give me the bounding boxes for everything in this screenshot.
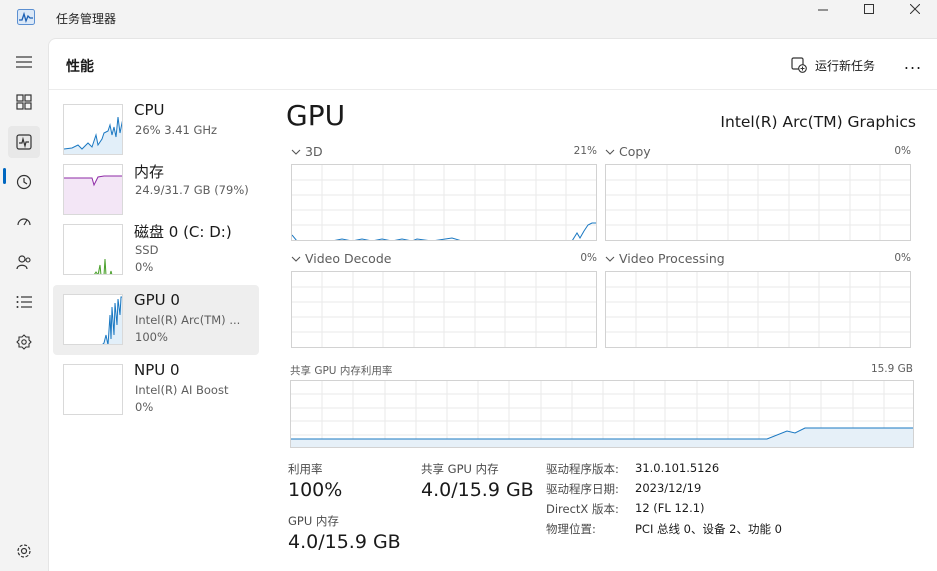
shared-gpu-memory-label: 共享 GPU 内存: [421, 462, 499, 476]
maximize-icon[interactable]: [846, 0, 892, 18]
graph-video-processing-label: Video Processing: [619, 251, 725, 266]
graph-3d: 3D 21%: [291, 144, 597, 242]
settings-icon[interactable]: [8, 535, 40, 567]
window-title: 任务管理器: [56, 12, 117, 26]
driver-version-label: 驱动程序版本:: [546, 462, 619, 476]
device-gpu-usage: 100%: [135, 330, 168, 344]
title-bar: 任务管理器: [0, 0, 937, 38]
active-nav-indicator: [3, 168, 6, 184]
device-gpu-model: Intel(R) Arc(TM) ...: [135, 313, 241, 327]
cpu-thumbnail-graph: [63, 104, 123, 155]
more-options-button[interactable]: ...: [899, 51, 927, 75]
users-icon[interactable]: [8, 246, 40, 278]
utilization-label: 利用率: [288, 462, 323, 476]
run-new-task-label: 运行新任务: [815, 58, 876, 73]
device-npu-model: Intel(R) AI Boost: [135, 383, 229, 397]
left-navigation: [0, 38, 48, 571]
graph-video-decode-selector[interactable]: Video Decode: [291, 251, 391, 266]
directx-version-label: DirectX 版本:: [546, 502, 619, 516]
startup-icon[interactable]: [8, 206, 40, 238]
graph-copy-percent: 0%: [894, 145, 911, 157]
graph-video-processing: Video Processing 0%: [605, 251, 911, 349]
graph-3d-plot: [291, 164, 597, 241]
performance-icon[interactable]: [8, 126, 40, 158]
gpu-model-name: Intel(R) Arc(TM) Graphics: [720, 113, 916, 131]
directx-version-value: 12 (FL 12.1): [635, 501, 705, 515]
driver-date-label: 驱动程序日期:: [546, 482, 619, 496]
app-history-icon[interactable]: [8, 166, 40, 198]
driver-date-value: 2023/12/19: [635, 481, 702, 495]
details-icon[interactable]: [8, 286, 40, 318]
utilization-value: 100%: [288, 479, 343, 501]
graph-video-decode-plot: [291, 271, 597, 348]
physical-location-label: 物理位置:: [546, 522, 596, 536]
graph-video-processing-percent: 0%: [894, 252, 911, 264]
physical-location-value: PCI 总线 0、设备 2、功能 0: [635, 522, 782, 536]
device-disk-name: 磁盘 0 (C: D:): [134, 223, 232, 241]
device-gpu-name: GPU 0: [134, 291, 180, 309]
graph-video-decode-label: Video Decode: [305, 251, 392, 266]
shared-memory-capacity: 15.9 GB: [870, 363, 913, 375]
shared-gpu-memory-value: 4.0/15.9 GB: [421, 479, 534, 501]
menu-icon[interactable]: [8, 46, 40, 78]
graph-copy: Copy 0%: [605, 144, 911, 242]
minimize-icon[interactable]: [800, 0, 846, 18]
graph-3d-selector[interactable]: 3D: [291, 144, 323, 159]
device-npu-name: NPU 0: [134, 361, 180, 379]
graph-3d-label: 3D: [305, 144, 323, 159]
shared-memory-graph: [290, 380, 914, 448]
header-divider: [49, 89, 937, 90]
device-disk-usage: 0%: [135, 260, 154, 274]
gpu-memory-value: 4.0/15.9 GB: [288, 531, 401, 553]
more-options-label: ...: [903, 53, 923, 73]
graph-3d-percent: 21%: [573, 145, 597, 157]
run-task-icon: [791, 57, 807, 73]
run-new-task-button[interactable]: 运行新任务: [791, 55, 875, 75]
graph-video-processing-plot: [605, 271, 911, 348]
device-gpu[interactable]: GPU 0 Intel(R) Arc(TM) ... 100%: [53, 285, 259, 355]
shared-memory-graph-label: 共享 GPU 内存利用率: [290, 365, 393, 377]
device-disk[interactable]: 磁盘 0 (C: D:) SSD 0%: [53, 215, 259, 285]
task-manager-app-icon: [17, 9, 35, 25]
graph-copy-label: Copy: [619, 144, 651, 159]
device-npu[interactable]: NPU 0 Intel(R) AI Boost 0%: [53, 355, 259, 425]
device-memory-name: 内存: [134, 163, 165, 181]
gpu-title: GPU: [286, 99, 346, 132]
device-cpu-name: CPU: [134, 101, 165, 119]
npu-thumbnail-graph: [63, 364, 123, 415]
processes-icon[interactable]: [8, 86, 40, 118]
device-npu-usage: 0%: [135, 400, 154, 414]
graph-video-decode: Video Decode 0%: [291, 251, 597, 349]
graph-video-decode-percent: 0%: [580, 252, 597, 264]
page-title: 性能: [66, 59, 94, 75]
device-disk-type: SSD: [135, 243, 159, 257]
driver-version-value: 31.0.101.5126: [635, 461, 720, 475]
graph-copy-plot: [605, 164, 911, 241]
memory-thumbnail-graph: [63, 164, 123, 215]
disk-thumbnail-graph: [63, 224, 123, 275]
device-cpu-usage: 26% 3.41 GHz: [135, 123, 218, 137]
device-memory-usage: 24.9/31.7 GB (79%): [135, 183, 249, 197]
graph-copy-selector[interactable]: Copy: [605, 144, 651, 159]
gpu-memory-label: GPU 内存: [288, 514, 339, 528]
services-icon[interactable]: [8, 326, 40, 358]
graph-video-processing-selector[interactable]: Video Processing: [605, 251, 725, 266]
close-icon[interactable]: [892, 0, 937, 18]
gpu-thumbnail-graph: [63, 294, 123, 345]
main-panel: 性能 运行新任务 ... CPU 26% 3.41 GHz 内存 24.9/31…: [48, 38, 937, 571]
